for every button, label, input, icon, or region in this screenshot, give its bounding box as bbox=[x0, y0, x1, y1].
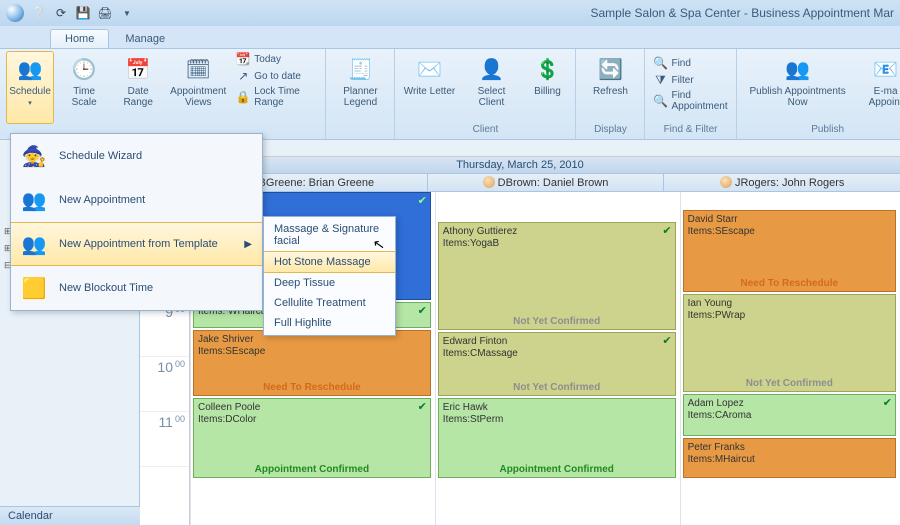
column-header-staff-2[interactable]: DBrown: Daniel Brown bbox=[427, 174, 664, 191]
refresh-icon: 🔄 bbox=[595, 54, 625, 84]
email-appointments-button[interactable]: 📧 E-ma Appoint bbox=[859, 51, 900, 124]
clock-icon: 🕒 bbox=[69, 54, 99, 84]
go-to-date-button[interactable]: ↗Go to date bbox=[234, 68, 319, 84]
find-appointment-button[interactable]: 🔍Find Appointment bbox=[651, 89, 729, 113]
email-icon: 📧 bbox=[871, 54, 900, 84]
appointment-block[interactable]: Eric HawkItems:StPerm Appointment Confir… bbox=[438, 398, 676, 478]
publish-now-button[interactable]: 👥 Publish Appointments Now bbox=[743, 51, 853, 124]
lock-time-range-button[interactable]: 🔒Lock Time Range bbox=[234, 85, 319, 109]
sidebar-footer-calendar[interactable]: Calendar bbox=[0, 506, 140, 525]
appointment-block[interactable]: Peter FranksItems:MHaircut bbox=[683, 438, 896, 478]
appointment-block[interactable]: Jake ShriverItems:SEscape Need To Resche… bbox=[193, 330, 431, 396]
chevron-right-icon: ▶ bbox=[244, 239, 252, 250]
check-icon: ✔ bbox=[418, 195, 427, 208]
chevron-down-icon: ▾ bbox=[28, 99, 32, 107]
menu-schedule-wizard[interactable]: 🧙Schedule Wizard bbox=[11, 134, 262, 178]
title-bar: ❔ ⟳ 💾 🖨 ▼ Sample Salon & Spa Center - Bu… bbox=[0, 0, 900, 26]
window-title: Sample Salon & Spa Center - Business App… bbox=[591, 6, 895, 20]
billing-icon: 💲 bbox=[532, 54, 562, 84]
person-icon bbox=[483, 176, 495, 188]
find-appt-icon: 🔍 bbox=[653, 94, 667, 108]
check-icon: ✔ bbox=[418, 401, 427, 414]
schedule-button[interactable]: 👥 Schedule ▾ bbox=[6, 51, 54, 124]
calendar-icon: 📅 bbox=[123, 54, 153, 84]
app-orb[interactable] bbox=[6, 4, 24, 22]
template-submenu: Massage & Signature facial Hot Stone Mas… bbox=[263, 216, 396, 336]
person-icon bbox=[720, 176, 732, 188]
tab-manage[interactable]: Manage bbox=[111, 30, 179, 48]
find-button[interactable]: 🔍Find bbox=[651, 55, 729, 71]
template-item[interactable]: Cellulite Treatment bbox=[264, 293, 395, 313]
qat-dropdown-icon[interactable]: ▼ bbox=[119, 5, 135, 21]
template-item[interactable]: Full Highlite bbox=[264, 313, 395, 333]
check-icon: ✔ bbox=[883, 397, 892, 410]
appointment-block[interactable]: Edward FintonItems:CMassage✔ Not Yet Con… bbox=[438, 332, 676, 396]
help-icon[interactable]: ❔ bbox=[31, 5, 47, 21]
template-item[interactable]: Deep Tissue bbox=[264, 273, 395, 293]
schedule-dropdown: 🧙Schedule Wizard 👥New Appointment 👥New A… bbox=[10, 133, 263, 311]
schedule-icon: 👥 bbox=[15, 54, 45, 84]
find-icon: 🔍 bbox=[653, 56, 667, 70]
check-icon: ✔ bbox=[662, 225, 671, 238]
time-slot-11: 1100 bbox=[140, 412, 189, 467]
legend-icon: 🧾 bbox=[345, 54, 375, 84]
save-icon[interactable]: 💾 bbox=[75, 5, 91, 21]
filter-icon: ⧩ bbox=[653, 73, 667, 87]
template-item[interactable]: Hot Stone Massage bbox=[264, 251, 395, 273]
print-icon[interactable]: 🖨 bbox=[97, 5, 113, 21]
filter-button[interactable]: ⧩Filter bbox=[651, 72, 729, 88]
ribbon-group-findfilter: Find & Filter bbox=[651, 124, 729, 138]
check-icon: ✔ bbox=[418, 305, 427, 318]
time-slot-10: 1000 bbox=[140, 357, 189, 412]
appointment-block[interactable]: Colleen PooleItems:DColor✔ Appointment C… bbox=[193, 398, 431, 478]
goto-icon: ↗ bbox=[236, 69, 250, 83]
lock-icon: 🔒 bbox=[236, 90, 250, 104]
appointment-block[interactable]: Adam LopezItems:CAroma✔ bbox=[683, 394, 896, 436]
appointment-block[interactable]: Ian YoungItems:PWrap Not Yet Confirmed bbox=[683, 294, 896, 392]
publish-icon: 👥 bbox=[783, 54, 813, 84]
views-icon: 🗓 bbox=[183, 54, 213, 84]
letter-icon: ✉️ bbox=[414, 54, 444, 84]
appointment-block[interactable]: Athony GuttierezItems:YogaB✔ Not Yet Con… bbox=[438, 222, 676, 330]
refresh-icon[interactable]: ⟳ bbox=[53, 5, 69, 21]
refresh-button[interactable]: 🔄 Refresh bbox=[582, 51, 638, 124]
ribbon-group-publish: Publish bbox=[743, 124, 900, 138]
menu-new-blockout[interactable]: 🟨New Blockout Time bbox=[11, 266, 262, 310]
menu-new-appointment[interactable]: 👥New Appointment bbox=[11, 178, 262, 222]
select-client-button[interactable]: 👤 Select Client bbox=[463, 51, 519, 124]
today-icon: 📆 bbox=[236, 52, 250, 66]
blockout-icon: 🟨 bbox=[21, 275, 47, 301]
ribbon-tabs: Home Manage bbox=[0, 26, 900, 48]
appointment-block[interactable]: David StarrItems:SEscape Need To Resched… bbox=[683, 210, 896, 292]
client-icon: 👤 bbox=[476, 54, 506, 84]
appt-views-button[interactable]: 🗓 Appointment Views bbox=[168, 51, 228, 124]
date-range-button[interactable]: 📅 Date Range bbox=[114, 51, 162, 124]
ribbon-group-client: Client bbox=[401, 124, 569, 138]
wizard-icon: 🧙 bbox=[21, 143, 47, 169]
planner-legend-button[interactable]: 🧾 Planner Legend bbox=[332, 51, 388, 124]
new-appt-icon: 👥 bbox=[21, 187, 47, 213]
check-icon: ✔ bbox=[662, 335, 671, 348]
staff-column-3[interactable]: David StarrItems:SEscape Need To Resched… bbox=[680, 192, 900, 525]
template-icon: 👥 bbox=[21, 231, 47, 257]
column-header-staff-3[interactable]: JRogers: John Rogers bbox=[663, 174, 900, 191]
ribbon-group-display: Display bbox=[582, 124, 638, 138]
staff-column-2[interactable]: Athony GuttierezItems:YogaB✔ Not Yet Con… bbox=[435, 192, 680, 525]
today-button[interactable]: 📆Today bbox=[234, 51, 319, 67]
time-scale-button[interactable]: 🕒 Time Scale bbox=[60, 51, 108, 124]
tab-home[interactable]: Home bbox=[50, 29, 109, 48]
billing-button[interactable]: 💲 Billing bbox=[525, 51, 569, 124]
menu-new-from-template[interactable]: 👥New Appointment from Template▶ bbox=[11, 222, 262, 266]
ribbon: 👥 Schedule ▾ 🕒 Time Scale 📅 Date Range 🗓… bbox=[0, 48, 900, 140]
write-letter-button[interactable]: ✉️ Write Letter bbox=[401, 51, 457, 124]
